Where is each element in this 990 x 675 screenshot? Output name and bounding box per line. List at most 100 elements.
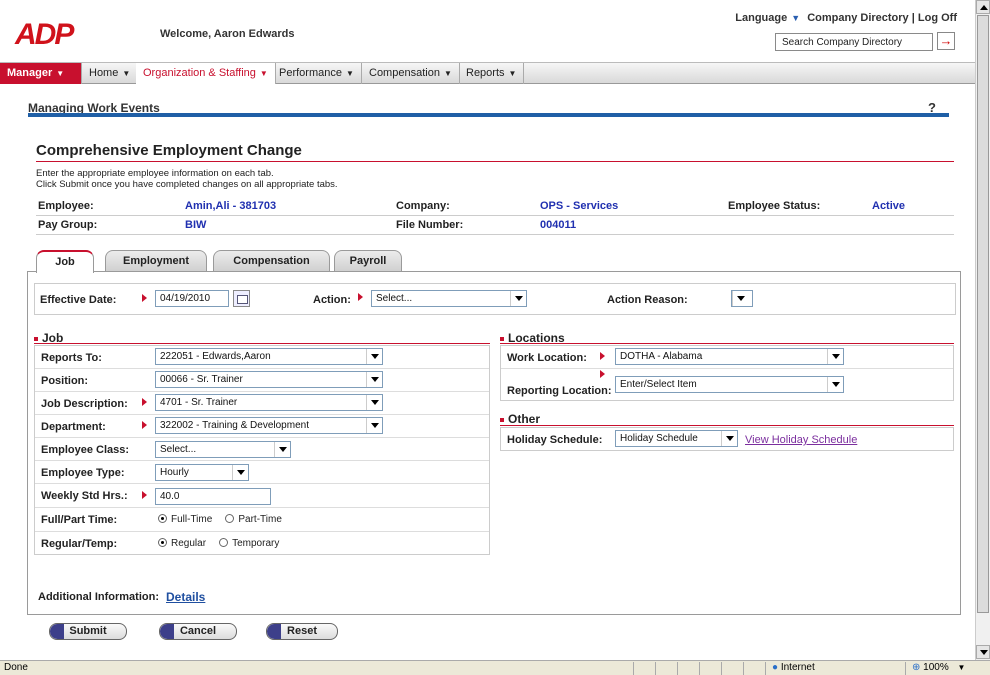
file-number-label: File Number: [396,219,464,231]
pay-group-value: BIW [185,219,207,231]
employee-info-table: Employee: Amin,Ali - 381703 Company: OPS… [36,197,954,235]
adp-logo: ADP [14,18,77,48]
nav-home[interactable]: Home ▼ [82,63,139,84]
main-nav: Manager ▼ Home ▼ Organization & Staffing ▼ … [0,62,975,84]
position-select[interactable]: 00066 - Sr. Trainer [155,371,383,388]
full-part-time-radios: Full-Time Part-Time [158,513,292,525]
reset-button[interactable]: Reset [266,623,338,640]
required-marker-icon [600,370,605,378]
nav-compensation[interactable]: Compensation ▼ [362,63,460,84]
full-time-radio[interactable] [158,514,167,523]
svg-text:ADP: ADP [14,18,75,48]
language-menu[interactable]: Language [735,12,787,24]
search-directory-input[interactable]: Search Company Directory [775,33,933,51]
chevron-down-icon [732,291,752,306]
required-marker-icon [142,294,147,302]
required-marker-icon [600,352,605,360]
weekly-std-hrs-input[interactable]: 40.0 [155,488,271,505]
company-directory-link[interactable]: Company Directory [807,12,908,24]
employee-value: Amin,Ali - 381703 [185,200,277,212]
chevron-down-icon [827,349,843,364]
zoom-icon: ⊕ [912,662,921,673]
required-marker-icon [142,421,147,429]
welcome-text: Welcome, Aaron Edwards [160,28,295,40]
file-number-value: 004011 [540,219,577,231]
link-separator: | [911,12,915,24]
top-links: Language ▼ Company Directory | Log Off [735,12,957,24]
details-link[interactable]: Details [166,590,205,604]
tab-job[interactable]: Job [36,250,94,273]
reporting-location-select[interactable]: Enter/Select Item [615,376,844,393]
scroll-thumb[interactable] [977,15,989,613]
row-employee-type: Employee Type: [35,461,489,484]
internet-zone: ● Internet [765,662,890,675]
action-reason-label: Action Reason: [607,294,688,306]
employee-type-select[interactable]: Hourly [155,464,249,481]
logout-link[interactable]: Log Off [918,12,957,24]
action-select[interactable]: Select... [371,290,527,307]
reports-to-select[interactable]: 222051 - Edwards,Aaron [155,348,383,365]
tab-compensation[interactable]: Compensation [213,250,330,272]
department-select[interactable]: 322002 - Training & Development [155,417,383,434]
chevron-down-icon: ▼ [508,69,517,78]
required-marker-icon [142,398,147,406]
button-cap [50,624,64,639]
zoom-level[interactable]: ⊕ 100% ▼ [905,662,985,675]
nav-manager[interactable]: Manager ▼ [0,63,82,84]
chevron-down-icon[interactable]: ▼ [791,13,800,23]
temporary-radio[interactable] [219,538,229,547]
vertical-scrollbar[interactable] [975,0,990,660]
status-segment [677,662,697,675]
chevron-down-icon: ▼ [345,69,354,78]
chevron-down-icon [232,465,248,480]
other-section-title: Other [500,412,540,426]
nav-performance[interactable]: Performance ▼ [272,63,362,84]
title-divider [36,161,954,162]
status-bar: Done ● Internet ⊕ 100% ▼ [0,660,990,675]
chevron-down-icon: ▼ [259,69,268,78]
status-segment [743,662,763,675]
scroll-up-icon[interactable] [976,0,990,14]
info-row: Employee: Amin,Ali - 381703 Company: OPS… [36,197,954,216]
nav-reports[interactable]: Reports ▼ [459,63,525,84]
status-segment [655,662,675,675]
locations-section-rule [500,343,954,344]
action-label: Action: [313,294,351,306]
regular-radio[interactable] [158,538,167,547]
status-segment [633,662,653,675]
job-description-select[interactable]: 4701 - Sr. Trainer [155,394,383,411]
calendar-icon[interactable] [233,290,250,307]
effective-date-input[interactable]: 04/19/2010 [155,290,229,307]
chevron-down-icon: ▼ [443,69,452,78]
tab-payroll[interactable]: Payroll [334,250,402,272]
info-row: Pay Group: BIW File Number: 004011 [36,216,954,235]
scroll-down-icon[interactable] [976,645,990,659]
additional-info-label: Additional Information: [38,591,159,603]
required-marker-icon [142,491,147,499]
holiday-schedule-label: Holiday Schedule: [507,434,603,446]
required-marker-icon [358,293,363,301]
effective-date-label: Effective Date: [40,294,117,306]
other-section-rule [500,425,954,426]
tab-employment[interactable]: Employment [105,250,207,272]
work-location-select[interactable]: DOTHA - Alabama [615,348,844,365]
employee-label: Employee: [38,200,94,212]
globe-icon: ● [772,662,779,673]
employee-class-select[interactable]: Select... [155,441,291,458]
holiday-schedule-select[interactable]: Holiday Schedule [615,430,738,447]
submit-button[interactable]: Submit [49,623,127,640]
company-value: OPS - Services [540,200,619,212]
nav-organization-staffing[interactable]: Organization & Staffing ▼ [136,63,276,84]
view-holiday-schedule-link[interactable]: View Holiday Schedule [745,434,857,446]
chevron-down-icon: ▼ [122,69,131,78]
chevron-down-icon [510,291,526,306]
search-go-arrow-icon[interactable]: → [937,32,955,50]
cancel-button[interactable]: Cancel [159,623,237,640]
chevron-down-icon [274,442,290,457]
header: ADP Welcome, Aaron Edwards Language ▼ Com… [0,0,975,62]
company-label: Company: [396,200,450,212]
action-reason-select[interactable] [731,290,753,307]
status-segment [721,662,741,675]
part-time-radio[interactable] [225,514,235,523]
button-cap [160,624,174,639]
